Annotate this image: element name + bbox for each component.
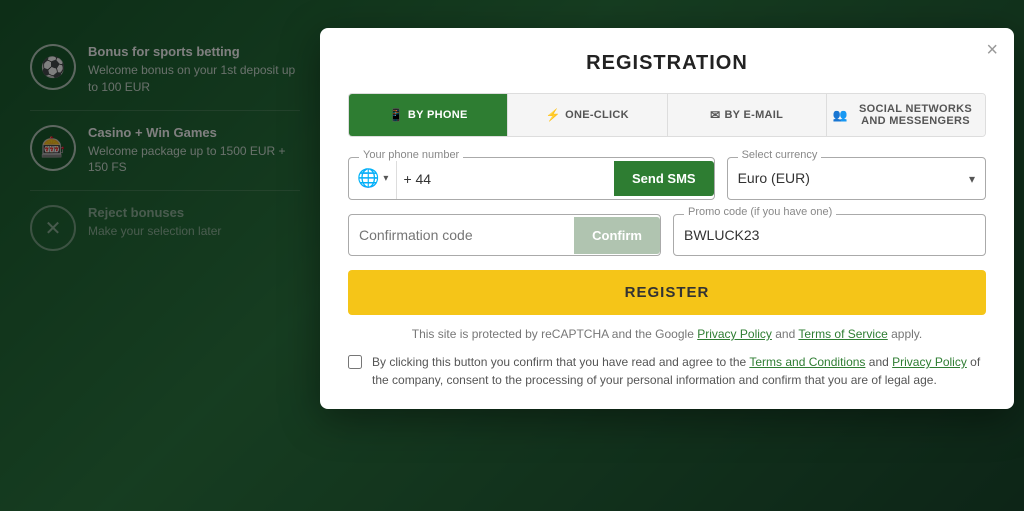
send-sms-button[interactable]: Send SMS — [614, 161, 714, 196]
phone-number-group: Your phone number 🌐 ▾ + 44 Send SMS — [348, 157, 715, 200]
one-click-tab-icon: ⚡ — [546, 108, 561, 122]
recaptcha-apply: apply. — [891, 327, 922, 341]
flag-chevron-icon: ▾ — [383, 173, 388, 184]
phone-tab-icon: 📱 — [389, 108, 404, 122]
promo-input[interactable] — [674, 215, 985, 255]
recaptcha-privacy-link[interactable]: Privacy Policy — [697, 327, 772, 341]
confirm-button[interactable]: Confirm — [574, 217, 660, 254]
phone-currency-row: Your phone number 🌐 ▾ + 44 Send SMS Sele… — [348, 157, 986, 200]
register-button[interactable]: REGISTER — [348, 270, 986, 315]
phone-input[interactable] — [437, 161, 614, 197]
registration-modal: × REGISTRATION 📱 BY PHONE ⚡ ONE-CLICK ✉ … — [320, 28, 1014, 409]
confirmation-promo-row: Confirm Promo code (if you have one) — [348, 214, 986, 256]
terms-link[interactable]: Terms and Conditions — [749, 355, 865, 369]
phone-prefix: + 44 — [397, 161, 437, 197]
promo-label: Promo code (if you have one) — [684, 206, 836, 218]
recaptcha-and: and — [775, 327, 795, 341]
recaptcha-terms-link[interactable]: Terms of Service — [798, 327, 887, 341]
tab-one-click[interactable]: ⚡ ONE-CLICK — [508, 94, 667, 136]
registration-tabs: 📱 BY PHONE ⚡ ONE-CLICK ✉ BY E-MAIL 👥 SOC… — [348, 93, 986, 137]
currency-label: Select currency — [738, 149, 822, 161]
confirmation-input[interactable] — [349, 215, 574, 255]
checkbox-text: By clicking this button you confirm that… — [372, 353, 986, 389]
terms-checkbox[interactable] — [348, 355, 362, 369]
tab-one-click-label: ONE-CLICK — [565, 109, 629, 121]
tab-social-label: SOCIAL NETWORKS AND MESSENGERS — [852, 103, 979, 127]
currency-group: Select currency Euro (EUR) USD (USD) GBP… — [727, 157, 986, 200]
modal-title: REGISTRATION — [348, 52, 986, 75]
tab-by-phone[interactable]: 📱 BY PHONE — [349, 94, 508, 136]
recaptcha-text: This site is protected by reCAPTCHA and … — [412, 327, 694, 341]
email-tab-icon: ✉ — [710, 108, 720, 122]
confirmation-group: Confirm — [348, 214, 661, 256]
currency-select[interactable]: Euro (EUR) USD (USD) GBP (GBP) — [728, 158, 985, 198]
tab-by-email[interactable]: ✉ BY E-MAIL — [668, 94, 827, 136]
tab-by-phone-label: BY PHONE — [408, 109, 468, 121]
terms-checkbox-row: By clicking this button you confirm that… — [348, 353, 986, 389]
recaptcha-notice: This site is protected by reCAPTCHA and … — [348, 327, 986, 341]
social-tab-icon: 👥 — [833, 108, 848, 122]
tab-by-email-label: BY E-MAIL — [724, 109, 783, 121]
flag-select[interactable]: 🌐 ▾ — [349, 158, 397, 199]
flag-icon: 🌐 — [357, 168, 379, 189]
privacy-link[interactable]: Privacy Policy — [892, 355, 967, 369]
promo-group: Promo code (if you have one) — [673, 214, 986, 256]
phone-label: Your phone number — [359, 149, 463, 161]
close-button[interactable]: × — [986, 40, 998, 60]
tab-social[interactable]: 👥 SOCIAL NETWORKS AND MESSENGERS — [827, 94, 985, 136]
